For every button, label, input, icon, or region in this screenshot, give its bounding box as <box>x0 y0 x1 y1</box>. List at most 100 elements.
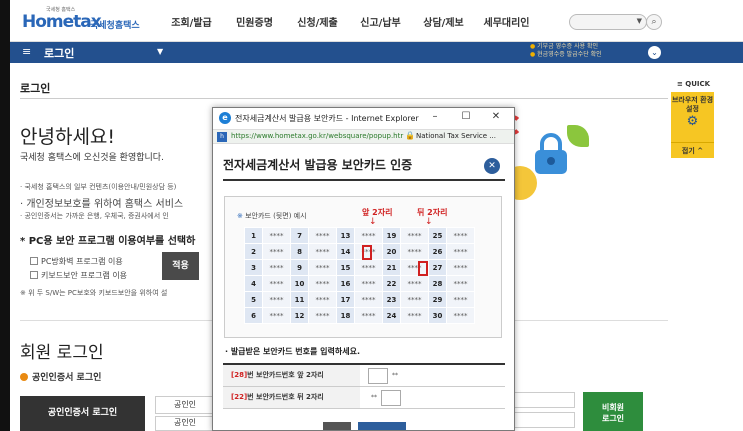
card-cell-value: **** <box>262 227 291 244</box>
page-title: 로그인 <box>20 82 51 95</box>
confirm-button[interactable] <box>358 422 406 430</box>
info-bullet-text: 개인정보보호를 위하여 홈택스 서비스 <box>26 199 184 210</box>
quick-menu-label: ≡ QUICK <box>677 80 711 88</box>
login-tab[interactable]: 공인인 <box>155 416 215 431</box>
card-cell-value: **** <box>262 243 291 260</box>
field-text: 번 보안카드번호 앞 2자리 <box>247 371 324 379</box>
keyboard-security-checkbox[interactable]: 키보드보안 프로그램 이용 <box>30 270 127 281</box>
guest-login-button[interactable]: 비회원 로그인 <box>583 392 643 431</box>
chevron-down-icon[interactable]: ▼ <box>637 17 642 25</box>
card-cell-value: **** <box>308 259 337 276</box>
card-cell-value: **** <box>446 307 475 324</box>
highlight-front-digits <box>362 245 372 260</box>
cert-login-link-label: 공인인증서 로그인 <box>32 373 102 383</box>
nav-certificates[interactable]: 민원증명 <box>223 14 286 29</box>
quick-collapse-button[interactable]: 접기 ^ <box>671 142 714 158</box>
gear-icon: ⚙ <box>686 114 699 129</box>
divider <box>223 179 505 181</box>
search-input[interactable]: ▼ <box>569 14 647 30</box>
card-grid-row: 2 **** 8 **** 14 **** 20 **** 26 **** <box>244 243 475 260</box>
hometax-logo[interactable]: 국세청 홈택스 Hometax 국세청홈택스 <box>22 7 142 34</box>
nav-consulting[interactable]: 상담/제보 <box>412 14 475 29</box>
card-cell-value: **** <box>308 243 337 260</box>
checkbox-icon[interactable] <box>30 271 38 279</box>
popup-heading: 전자세금계산서 발급용 보안카드 인증 <box>223 158 413 172</box>
menu-icon[interactable]: ≡ <box>22 45 31 58</box>
divider <box>20 98 668 99</box>
card-cell-value: **** <box>308 227 337 244</box>
nav-application[interactable]: 신청/제출 <box>286 14 349 29</box>
card-grid-row: 5 **** 11 **** 17 **** 23 **** 29 **** <box>244 291 475 308</box>
card-caption: ※ 보안카드 (뒷면) 예시 <box>237 211 307 221</box>
card-cell-value: **** <box>262 275 291 292</box>
lock-icon[interactable]: 🔒 <box>405 131 415 140</box>
back-digits-input[interactable] <box>381 390 401 406</box>
address-bar[interactable]: h https://www.hometax.go.kr/websquare/po… <box>213 129 514 144</box>
maximize-icon[interactable]: ☐ <box>459 111 473 122</box>
nav-filing[interactable]: 신고/납부 <box>349 14 412 29</box>
card-cell-number: 25 <box>428 227 447 244</box>
id-input[interactable] <box>508 392 575 408</box>
card-cell-number: 4 <box>244 275 263 292</box>
card-cell-number: 19 <box>382 227 401 244</box>
location-bar: ≡ 로그인 ▼ ● 기부금 영수증 사용 확인 ● 현금영수증 발급수단 확인 … <box>10 42 743 63</box>
security-card-grid: 1 **** 7 **** 13 **** 19 **** 25 **** 2 **** 8 **** 14… <box>244 227 475 324</box>
card-cell-value: **** <box>354 259 383 276</box>
cancel-button[interactable] <box>323 422 351 430</box>
search-icon[interactable]: ⌕ <box>646 14 662 30</box>
top-header: 국세청 홈택스 Hometax 국세청홈택스 조회/발급 민원증명 신청/제출 … <box>10 0 743 42</box>
card-cell-number: 5 <box>244 291 263 308</box>
minimize-icon[interactable]: – <box>428 111 442 122</box>
card-grid-row: 3 **** 9 **** 15 **** 21 **** 27 **** <box>244 259 475 276</box>
card-cell-number: 9 <box>290 259 309 276</box>
card-number-form: [28]번 보안카드번호 앞 2자리 ** [22]번 보안카드번호 뒤 2자리… <box>223 363 505 409</box>
chevron-down-icon[interactable]: ▼ <box>157 47 163 56</box>
card-cell-value: **** <box>354 291 383 308</box>
card-cell-number: 22 <box>382 275 401 292</box>
logo-korean: 국세청홈택스 <box>90 21 140 31</box>
security-card-example: ※ 보안카드 (뒷면) 예시 앞 2자리 뒤 2자리 ↓ ↓ 1 **** 7 ***… <box>224 196 502 338</box>
enter-instruction: · 발급받은 보안카드 번호를 입력하세요. <box>225 347 360 356</box>
checkbox-icon[interactable] <box>30 257 38 265</box>
card-cell-value: **** <box>308 307 337 324</box>
card-cell-number: 23 <box>382 291 401 308</box>
popup-titlebar[interactable]: e 전자세금계산서 발급용 보안카드 - Internet Explorer –… <box>213 108 514 129</box>
card-cell-value: **** <box>446 227 475 244</box>
masked-digits: ** <box>392 372 398 379</box>
firewall-checkbox[interactable]: PC방화벽 프로그램 이용 <box>30 256 123 267</box>
close-icon[interactable]: ✕ <box>484 158 500 174</box>
card-cell-value: **** <box>354 275 383 292</box>
notice-item[interactable]: 기부금 영수증 사용 확인 <box>537 43 598 50</box>
arrow-down-icon: ↓ <box>369 217 377 227</box>
card-grid-row: 4 **** 10 **** 16 **** 22 **** 28 **** <box>244 275 475 292</box>
chevron-down-icon[interactable]: ⌄ <box>648 46 661 59</box>
card-cell-value: **** <box>262 291 291 308</box>
greeting-heading: 안녕하세요! <box>20 126 116 148</box>
password-input[interactable] <box>508 412 575 428</box>
front-digits-input[interactable] <box>368 368 388 384</box>
close-icon[interactable]: ✕ <box>489 111 503 122</box>
browser-settings-button[interactable]: 브라우저 환경설정 ⚙ <box>671 92 714 142</box>
cert-login-link[interactable]: 공인인증서 로그인 <box>20 370 101 383</box>
card-cell-value: **** <box>400 307 429 324</box>
card-cell-number: 1 <box>244 227 263 244</box>
nav-tax-agent[interactable]: 세무대리인 <box>475 14 538 29</box>
info-bullet: · 국세청 홈택스의 일부 컨텐츠(이용안내/민원상담 등) <box>20 183 177 191</box>
current-menu[interactable]: 로그인 <box>44 45 74 61</box>
notice-item[interactable]: 현금영수증 발급수단 확인 <box>537 51 602 58</box>
card-cell-value: **** <box>400 227 429 244</box>
card-cell-value: **** <box>400 275 429 292</box>
card-cell-number: 3 <box>244 259 263 276</box>
card-cell-number: 7 <box>290 227 309 244</box>
login-tab[interactable]: 공인인 <box>155 396 215 414</box>
card-cell-number: 18 <box>336 307 355 324</box>
nav-inquiry[interactable]: 조회/발급 <box>160 14 223 29</box>
cert-login-button[interactable]: 공인인증서 로그인 <box>20 396 145 431</box>
site-icon: h <box>217 132 227 142</box>
card-cell-number: 17 <box>336 291 355 308</box>
browser-settings-label: 브라우저 환경설정 <box>671 96 714 113</box>
lock-icon <box>535 133 567 174</box>
apply-button[interactable]: 적용 <box>162 252 199 280</box>
info-bullet: · 공인인증서는 가까운 은행, 우체국, 증권사에서 인 <box>20 212 169 220</box>
bullet-icon <box>20 373 28 381</box>
